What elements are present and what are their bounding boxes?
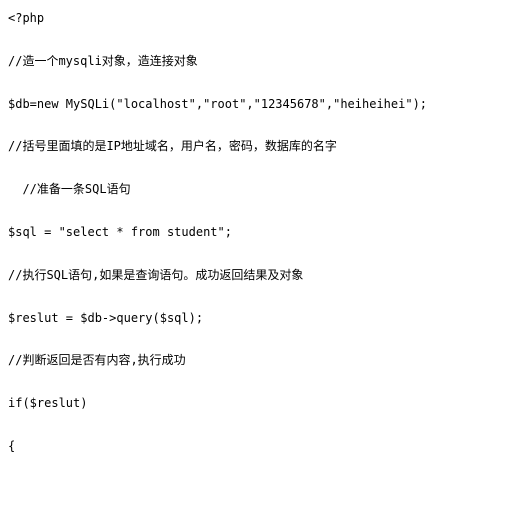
code-line: //造一个mysqli对象，造连接对象 (8, 53, 510, 70)
code-line: { (8, 438, 510, 455)
code-line: //判断返回是否有内容,执行成功 (8, 352, 510, 369)
code-line: //执行SQL语句,如果是查询语句。成功返回结果及对象 (8, 267, 510, 284)
code-line: <?php (8, 10, 510, 27)
code-line: $db=new MySQLi("localhost","root","12345… (8, 96, 510, 113)
code-block: <?php //造一个mysqli对象，造连接对象 $db=new MySQLi… (8, 10, 510, 455)
code-line: //准备一条SQL语句 (8, 181, 510, 198)
code-line: //括号里面填的是IP地址域名，用户名，密码，数据库的名字 (8, 138, 510, 155)
code-line: if($reslut) (8, 395, 510, 412)
code-line: $sql = "select * from student"; (8, 224, 510, 241)
code-line: $reslut = $db->query($sql); (8, 310, 510, 327)
